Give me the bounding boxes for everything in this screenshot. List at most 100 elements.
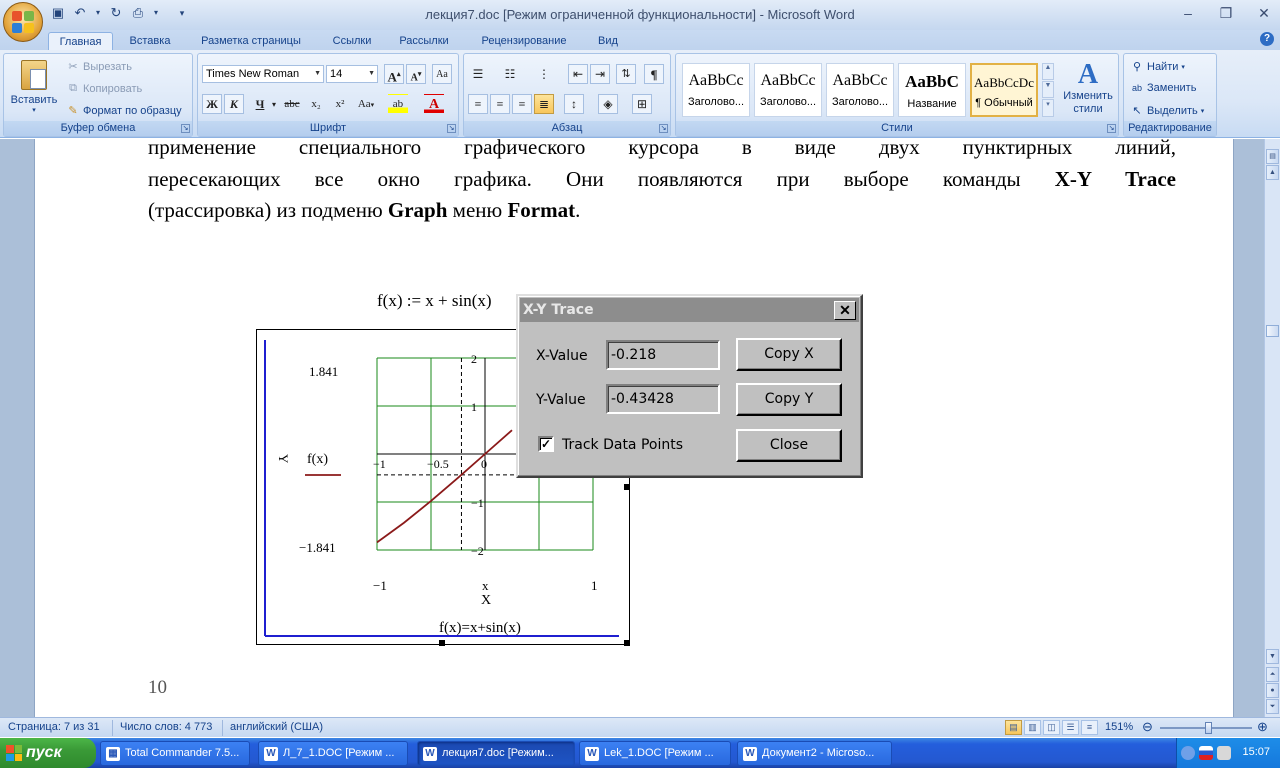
borders-button[interactable]: ⊞ xyxy=(632,94,652,114)
more-styles-icon[interactable]: ▾ xyxy=(1042,99,1054,117)
dialog-launcher-icon[interactable]: ↘ xyxy=(447,124,456,133)
align-right-button[interactable]: ≡ xyxy=(512,94,532,114)
superscript-button[interactable]: x² xyxy=(330,94,350,114)
change-styles-button[interactable]: A Изменить стили xyxy=(1060,60,1116,116)
minimize-icon[interactable]: – xyxy=(1178,4,1198,22)
taskbar-item[interactable]: W Л_7_1.DOC [Режим ... xyxy=(258,741,408,766)
start-button[interactable]: пуск xyxy=(0,738,96,768)
subscript-button[interactable]: x₂ xyxy=(306,94,326,114)
copy-x-button[interactable]: Copy X xyxy=(736,338,842,371)
chevron-down-icon[interactable]: ▼ xyxy=(1042,81,1054,98)
font-family-select[interactable]: Times New Roman ▼ xyxy=(202,65,324,83)
full-screen-reading-icon[interactable]: ▥ xyxy=(1024,720,1041,735)
justify-button[interactable]: ≣ xyxy=(534,94,554,114)
zoom-slider[interactable] xyxy=(1160,722,1252,734)
tab-page-layout[interactable]: Разметка страницы xyxy=(190,32,312,50)
clear-formatting-button[interactable]: Aa xyxy=(432,64,452,84)
numbering-button[interactable]: ☷ xyxy=(500,64,520,84)
strikethrough-button[interactable]: abc xyxy=(282,94,302,114)
style-heading1[interactable]: AaBbCc Заголово... xyxy=(682,63,750,117)
grow-font-button[interactable]: A▴ xyxy=(384,64,404,84)
help-icon[interactable]: ? xyxy=(1260,32,1274,46)
tab-view[interactable]: Вид xyxy=(590,32,626,50)
dialog-launcher-icon[interactable]: ↘ xyxy=(659,124,668,133)
y-value-field[interactable]: -0.43428 xyxy=(606,384,720,414)
decrease-indent-button[interactable]: ⇤ xyxy=(568,64,588,84)
resize-handle[interactable] xyxy=(624,484,630,490)
shrink-font-button[interactable]: A▾ xyxy=(406,64,426,84)
bold-button[interactable]: Ж xyxy=(202,94,222,114)
paste-button[interactable]: Вставить ▾ xyxy=(8,58,60,120)
taskbar-item[interactable]: W Документ2 - Microso... xyxy=(737,741,892,766)
italic-button[interactable]: К xyxy=(224,94,244,114)
show-marks-button[interactable]: ¶ xyxy=(644,64,664,84)
chevron-down-icon[interactable]: ▾ xyxy=(264,94,284,114)
word-count[interactable]: Число слов: 4 773 xyxy=(120,721,212,733)
ruler-toggle-icon[interactable]: ▤ xyxy=(1266,149,1279,164)
language-flag-icon[interactable] xyxy=(1199,746,1213,760)
resize-handle[interactable] xyxy=(439,640,445,646)
restore-icon[interactable]: ❐ xyxy=(1216,4,1236,22)
track-data-points-checkbox[interactable]: ✓ xyxy=(538,436,554,452)
vertical-scrollbar[interactable]: ▤ ▲ ▼ ⏶ ● ⏷ xyxy=(1264,139,1280,717)
taskbar-item[interactable]: ▦ Total Commander 7.5... xyxy=(100,741,250,766)
increase-indent-button[interactable]: ⇥ xyxy=(590,64,610,84)
select-browse-object-icon[interactable]: ● xyxy=(1266,683,1279,698)
close-icon[interactable]: ✕ xyxy=(834,301,856,320)
taskbar-item-active[interactable]: Wлекция7.doc [Режим... xyxy=(417,741,575,766)
scroll-thumb[interactable] xyxy=(1266,325,1279,337)
cut-button[interactable]: ✂ Вырезать xyxy=(66,60,132,74)
tab-references[interactable]: Ссылки xyxy=(322,32,382,50)
font-color-button[interactable]: A xyxy=(424,94,444,114)
chevron-up-icon[interactable]: ▲ xyxy=(1042,63,1054,80)
tray-back-icon[interactable] xyxy=(1181,746,1195,760)
tab-home[interactable]: Главная xyxy=(48,32,113,50)
speaker-icon[interactable] xyxy=(1217,746,1231,760)
change-case-button[interactable]: Aa▾ xyxy=(356,94,376,114)
web-layout-icon[interactable]: ◫ xyxy=(1043,720,1060,735)
style-heading3[interactable]: AaBbCc Заголово... xyxy=(826,63,894,117)
page-indicator[interactable]: Страница: 7 из 31 xyxy=(8,721,100,733)
font-size-select[interactable]: 14 ▼ xyxy=(326,65,378,83)
outline-view-icon[interactable]: ☰ xyxy=(1062,720,1079,735)
close-button[interactable]: Close xyxy=(736,429,842,462)
zoom-in-icon[interactable]: ⊕ xyxy=(1257,719,1268,735)
office-button[interactable] xyxy=(3,2,43,42)
style-title[interactable]: AaBbC Название xyxy=(898,63,966,117)
line-spacing-button[interactable]: ↕ xyxy=(564,94,584,114)
scroll-down-icon[interactable]: ▼ xyxy=(1266,649,1279,664)
sort-button[interactable]: ⇅ xyxy=(616,64,636,84)
zoom-slider-thumb[interactable] xyxy=(1205,722,1212,734)
shading-button[interactable]: ◈ xyxy=(598,94,618,114)
dialog-launcher-icon[interactable]: ↘ xyxy=(1107,124,1116,133)
copy-button[interactable]: ⧉ Копировать xyxy=(66,82,142,95)
print-layout-view-icon[interactable]: ▤ xyxy=(1005,720,1022,735)
dialog-launcher-icon[interactable]: ↘ xyxy=(181,124,190,133)
language-indicator[interactable]: английский (США) xyxy=(230,721,323,733)
scroll-up-icon[interactable]: ▲ xyxy=(1266,165,1279,180)
x-value-field[interactable]: -0.218 xyxy=(606,340,720,370)
multilevel-list-button[interactable]: ⋮ xyxy=(534,64,554,84)
previous-page-icon[interactable]: ⏶ xyxy=(1266,667,1279,682)
bullets-button[interactable]: ☰ xyxy=(468,64,488,84)
zoom-out-icon[interactable]: ⊖ xyxy=(1142,719,1153,735)
close-icon[interactable]: ✕ xyxy=(1254,4,1274,22)
tab-mailings[interactable]: Рассылки xyxy=(392,32,456,50)
dialog-title-bar[interactable]: X-Y Trace ✕ xyxy=(520,298,859,322)
tab-insert[interactable]: Вставка xyxy=(120,32,180,50)
tab-review[interactable]: Рецензирование xyxy=(470,32,578,50)
style-heading2[interactable]: AaBbCc Заголово... xyxy=(754,63,822,117)
highlight-button[interactable]: ab xyxy=(388,94,408,114)
replace-button[interactable]: ab Заменить xyxy=(1130,82,1196,94)
format-painter-button[interactable]: ✎ Формат по образцу xyxy=(66,104,181,118)
copy-y-button[interactable]: Copy Y xyxy=(736,383,842,416)
taskbar-item[interactable]: W Lek_1.DOC [Режим ... xyxy=(579,741,731,766)
style-normal[interactable]: AaBbCcDc ¶ Обычный xyxy=(970,63,1038,117)
find-button[interactable]: ⚲ Найти ▾ xyxy=(1130,60,1185,74)
draft-view-icon[interactable]: ≡ xyxy=(1081,720,1098,735)
zoom-level[interactable]: 151% xyxy=(1105,721,1133,733)
align-center-button[interactable]: ≡ xyxy=(490,94,510,114)
select-button[interactable]: ↖ Выделить ▾ xyxy=(1130,104,1204,118)
align-left-button[interactable]: ≡ xyxy=(468,94,488,114)
resize-handle[interactable] xyxy=(624,640,630,646)
